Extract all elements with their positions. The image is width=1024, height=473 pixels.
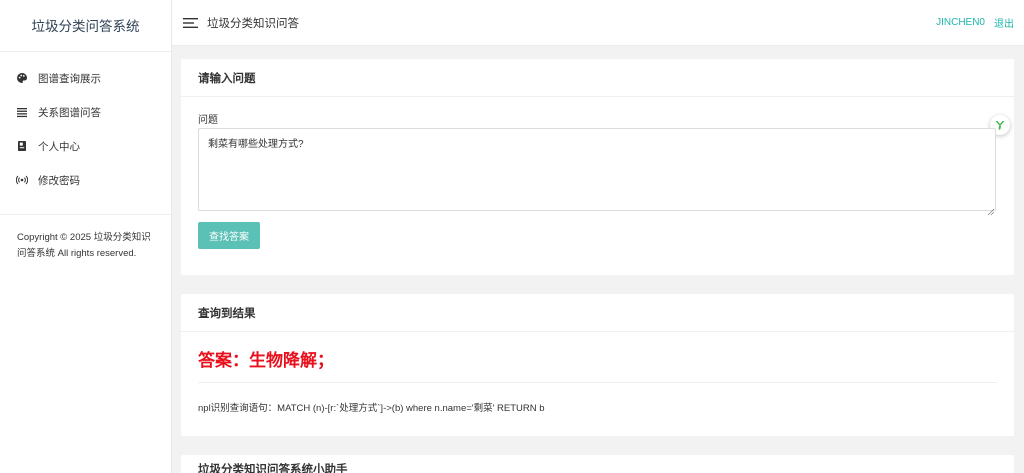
- sidebar-item-relation-qa[interactable]: 关系图谱问答: [0, 95, 171, 129]
- question-input[interactable]: 剩菜有哪些处理方式?: [198, 128, 996, 211]
- sidebar-item-change-password[interactable]: 修改密码: [0, 163, 171, 197]
- sidebar: 垃圾分类问答系统 图谱查询展示 关系图谱问答 个人中心 修改密码 Copyrig…: [0, 0, 172, 473]
- question-card: 请输入问题 问题 剩菜有哪些处理方式? 查找答案: [181, 59, 1014, 275]
- top-bar: 垃圾分类知识问答 JINCHEN0 退出: [172, 0, 1024, 46]
- helper-card: 垃圾分类知识问答系统小助手: [181, 455, 1014, 473]
- result-card: 查询到结果 答案：生物降解； npl识别查询语句：MATCH (n)-[r:`处…: [181, 294, 1014, 436]
- sidebar-item-label: 图谱查询展示: [38, 72, 101, 85]
- find-answer-button[interactable]: 查找答案: [198, 222, 260, 249]
- answer-divider: [198, 382, 997, 383]
- sidebar-item-label: 修改密码: [38, 174, 80, 187]
- broadcast-icon: [16, 174, 28, 186]
- answer-text: 答案：生物降解；: [198, 351, 334, 370]
- sidebar-item-label: 个人中心: [38, 140, 80, 153]
- sidebar-item-profile[interactable]: 个人中心: [0, 129, 171, 163]
- question-field-label: 问题: [198, 115, 218, 126]
- list-icon: [16, 106, 28, 118]
- user-area: JINCHEN0 退出: [936, 15, 1014, 30]
- result-card-title: 查询到结果: [181, 294, 1014, 332]
- copyright-text: Copyright © 2025 垃圾分类知识问答系统 All rights r…: [17, 232, 151, 259]
- sidebar-item-label: 关系图谱问答: [38, 106, 101, 119]
- helper-card-title: 垃圾分类知识问答系统小助手: [198, 464, 348, 473]
- logout-link[interactable]: 退出: [994, 15, 1014, 30]
- palette-icon: [16, 72, 28, 84]
- user-name-link[interactable]: JINCHEN0: [936, 17, 985, 28]
- query-statement: npl识别查询语句：MATCH (n)-[r:`处理方式`]->(b) wher…: [198, 403, 545, 414]
- page-title: 垃圾分类知识问答: [207, 17, 299, 30]
- resize-handle-icon[interactable]: [987, 203, 995, 216]
- sidebar-item-graph-query[interactable]: 图谱查询展示: [0, 61, 171, 95]
- question-card-title: 请输入问题: [181, 59, 1014, 97]
- book-icon: [16, 140, 28, 152]
- sidebar-nav: 图谱查询展示 关系图谱问答 个人中心 修改密码: [0, 52, 171, 197]
- brand-title: 垃圾分类问答系统: [0, 0, 171, 52]
- hamburger-icon[interactable]: [183, 17, 199, 29]
